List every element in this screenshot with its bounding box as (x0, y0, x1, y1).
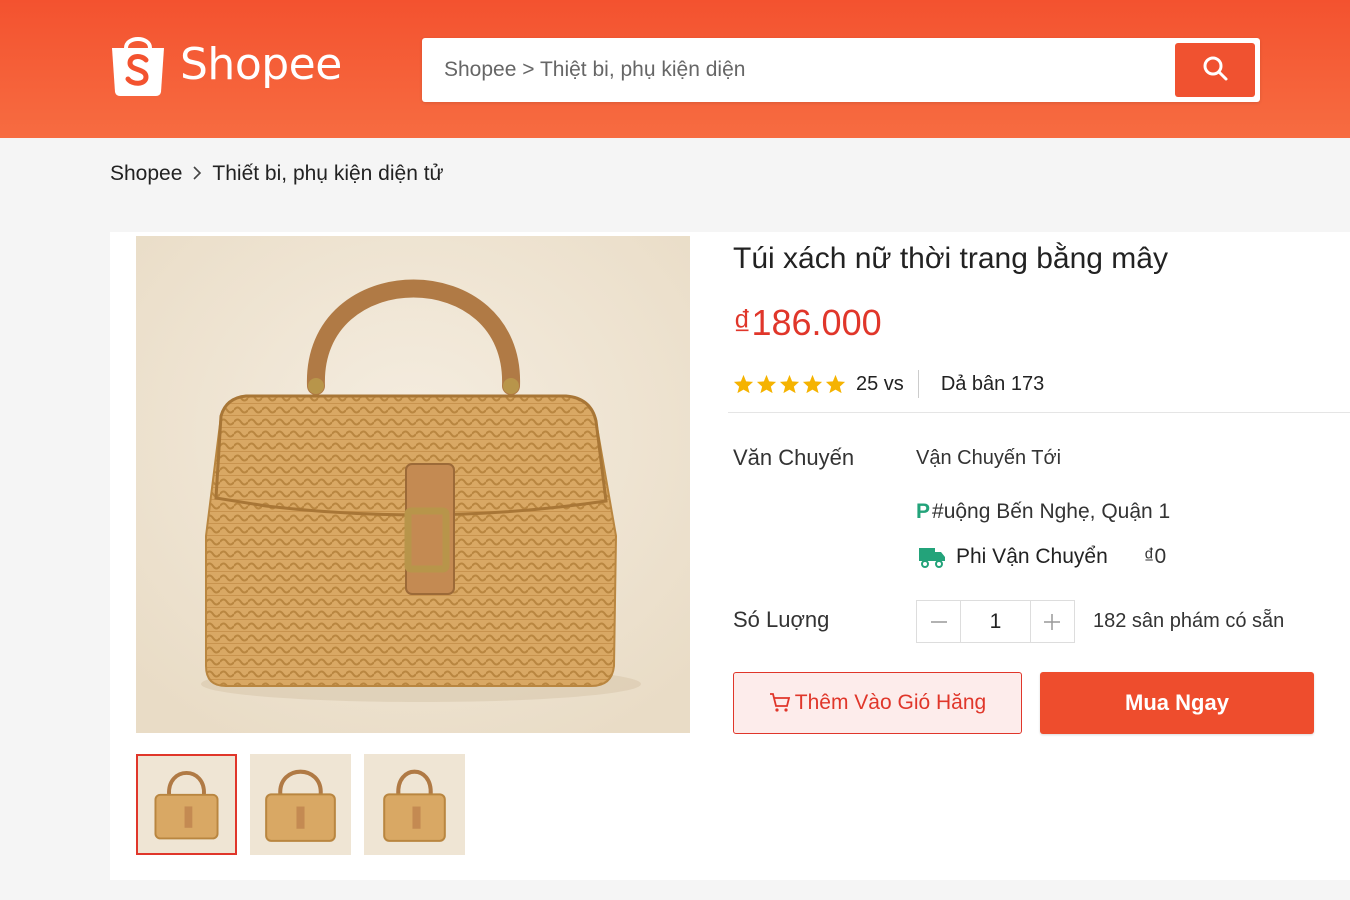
shipping-fee-value: ₫0 (1143, 545, 1167, 568)
minus-icon (930, 620, 947, 623)
add-to-cart-button[interactable]: Thêm Vào Gió Hăng (733, 672, 1022, 734)
rating-row: 25 vs Dả bân 173 (733, 370, 1044, 398)
sold-count: Dả bân 173 (940, 372, 1045, 395)
ship-address[interactable]: P #uộng Bến Nghẹ, Quận 1 (916, 500, 1170, 524)
star-icon (802, 374, 823, 394)
section-divider (728, 412, 1350, 413)
quantity-stepper: 1 (916, 600, 1075, 643)
product-price: ₫186.000 (733, 302, 882, 343)
search-input[interactable] (422, 38, 1162, 102)
shopee-logo[interactable]: Shopee (108, 30, 342, 98)
thumbnail-1[interactable] (136, 754, 237, 855)
shipping-label: Văn Chuyến (733, 445, 855, 470)
truck-icon (918, 545, 946, 569)
quantity-input[interactable]: 1 (960, 601, 1031, 642)
thumbnail-3[interactable] (364, 754, 465, 855)
star-icon (733, 374, 754, 394)
breadcrumb: Shopee Thiết bi, phụ kiện diện tử (110, 162, 444, 186)
ship-to-label: Vận Chuyến Tới (916, 447, 1062, 469)
star-icon (779, 374, 800, 394)
product-title: Túi xách nữ thời trang bằng mây (733, 242, 1168, 275)
cart-icon (769, 692, 791, 714)
ship-address-text: #uộng Bến Nghẹ, Quận 1 (932, 500, 1171, 523)
breadcrumb-home[interactable]: Shopee (110, 162, 182, 186)
plus-icon (1044, 613, 1061, 630)
shopee-bag-icon (108, 30, 168, 98)
header: Shopee (0, 0, 1350, 138)
quantity-decrease-button[interactable] (917, 601, 960, 642)
chevron-right-icon (192, 164, 202, 185)
shipping-fee-row: Phi Vận Chuyển ₫0 (918, 545, 1166, 569)
logo-text: Shopee (180, 38, 342, 90)
search-icon (1201, 54, 1229, 87)
shipping-fee-label: Phi Vận Chuyển (956, 545, 1108, 568)
quantity-increase-button[interactable] (1031, 601, 1074, 642)
review-count[interactable]: 25 vs (856, 373, 904, 396)
location-icon: P (916, 500, 931, 523)
product-main-image[interactable] (136, 236, 690, 733)
quantity-label: Só Luợng (733, 607, 830, 632)
buy-now-button[interactable]: Mua Ngay (1040, 672, 1314, 734)
rating-stars[interactable] (733, 374, 846, 394)
rating-divider (917, 370, 919, 398)
thumbnail-2[interactable] (250, 754, 351, 855)
search-bar (422, 38, 1260, 102)
stock-available: 182 sân phám có sẵn (1093, 610, 1285, 632)
star-icon (756, 374, 777, 394)
thumbnail-strip (136, 754, 465, 855)
breadcrumb-category[interactable]: Thiết bi, phụ kiện diện tử (212, 162, 443, 186)
add-to-cart-label: Thêm Vào Gió Hăng (794, 691, 987, 714)
search-button[interactable] (1175, 43, 1255, 97)
star-icon (825, 374, 846, 394)
